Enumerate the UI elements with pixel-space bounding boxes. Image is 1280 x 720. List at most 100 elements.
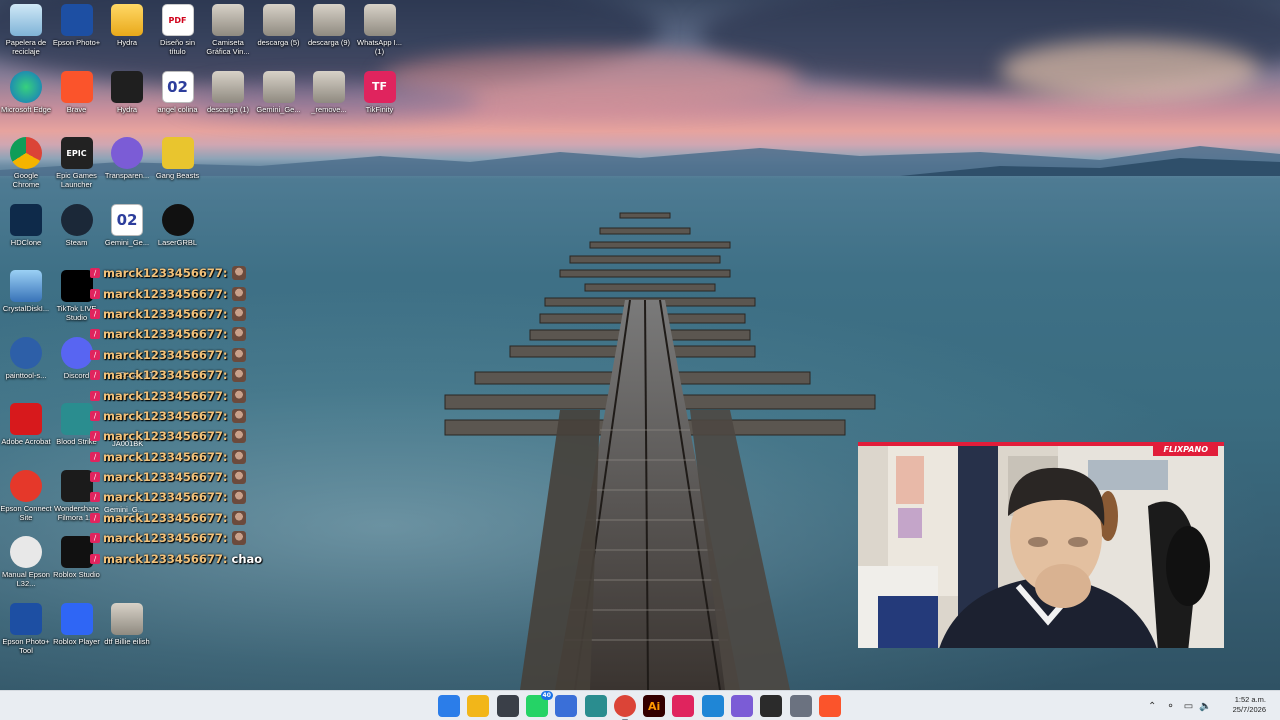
desktop-icon[interactable]: Transparen... <box>101 137 153 180</box>
chat-message: ∕ marck1233456677: <box>90 385 270 405</box>
desktop-icon[interactable]: Microsoft Edge <box>0 70 52 114</box>
taskbar: 40 Ai ⌃ ⚬ ▭ 🔈 1:52 a.m. 25/7/2026 <box>0 690 1280 720</box>
desktop-icon[interactable]: Brave <box>51 70 103 114</box>
speech-bubble-icon[interactable] <box>731 695 753 717</box>
desktop-icon[interactable]: Hydra <box>101 70 153 114</box>
microphone-icon[interactable]: ⚬ <box>1166 701 1174 712</box>
desktop-icon[interactable]: Manual Epson L32... <box>0 536 52 588</box>
windows-start-icon[interactable] <box>438 695 460 717</box>
desktop-icon[interactable]: PDF Diseño sin título <box>152 4 204 56</box>
chat-message: ∕ marck1233456677: <box>90 263 270 283</box>
desktop-icon-label: Epson Photo+ Tool <box>2 636 50 655</box>
hdclone-icon <box>10 203 42 236</box>
emote-icon <box>231 266 246 281</box>
clock[interactable]: 1:52 a.m. 25/7/2026 <box>1233 695 1266 715</box>
volume-icon[interactable]: 🔈 <box>1199 701 1211 712</box>
webcam-feed <box>858 446 1224 648</box>
desktop-icon[interactable]: 02 Gemini_Ge... <box>101 203 153 247</box>
desktop-icon-label: angel colina <box>157 104 198 114</box>
moderator-badge-icon: ∕ <box>90 512 100 523</box>
desktop-icon-label: descarga (9) <box>307 38 351 47</box>
desktop-icon[interactable]: Steam <box>51 203 103 247</box>
chevron-up-icon[interactable]: ⌃ <box>1148 701 1156 712</box>
image-file-icon <box>313 70 345 103</box>
desktop-icon[interactable]: Epson Photo+ Tool <box>0 602 52 655</box>
filmora-icon[interactable] <box>701 695 724 717</box>
chat-username: marck1233456677: <box>103 510 228 525</box>
chat-username: marck1233456677: <box>103 490 228 505</box>
desktop-icon-label: Diseño sin título <box>159 38 196 56</box>
desktop-icon[interactable]: Papelera de reciclaje <box>0 4 52 56</box>
desktop-icon-label: CrystalDiskI... <box>2 304 50 313</box>
desktop-icon[interactable]: Epson Photo+ <box>51 4 103 47</box>
desktop-icon[interactable]: descarga (5) <box>253 4 305 47</box>
chat-message: ∕ marck1233456677: <box>90 528 270 548</box>
desktop-icon[interactable]: Roblox Player <box>51 602 103 646</box>
desktop-icon[interactable]: descarga (9) <box>303 4 355 47</box>
image-file-icon <box>212 70 244 103</box>
chat-username: marck1233456677: <box>103 306 228 321</box>
desktop-icon[interactable]: EPIC Epic Games Launcher <box>51 137 103 189</box>
document-icon: 02 <box>111 203 143 236</box>
brave-icon <box>60 70 93 103</box>
desktop-icon[interactable]: _remove... <box>303 70 355 114</box>
display-icon[interactable]: ▭ <box>1184 701 1193 712</box>
whatsapp-icon[interactable]: 40 <box>525 691 553 717</box>
webcam-brand-label: FLIXPANO <box>1153 446 1218 456</box>
desktop-icon[interactable]: painttool-s... <box>0 336 52 380</box>
epson-tool-icon <box>10 602 42 635</box>
app-glyph: Ai <box>647 699 661 713</box>
gang-beasts-icon <box>161 137 194 169</box>
emote-icon <box>231 510 246 525</box>
desktop-icon-label: Epson Photo+ <box>52 38 101 47</box>
desktop-icon[interactable]: LaserGRBL <box>152 203 204 247</box>
blood-strike-icon[interactable] <box>584 695 607 717</box>
chrome-icon[interactable] <box>613 695 636 720</box>
folder-icon <box>111 4 143 36</box>
settings-gear-icon[interactable] <box>789 695 812 717</box>
obs-icon[interactable] <box>760 695 783 717</box>
desktop-icon[interactable]: HDClone <box>0 203 52 247</box>
chat-username: marck1233456677: <box>103 470 228 485</box>
hydra-icon <box>111 70 143 103</box>
desktop-icon-label: Roblox Player <box>53 636 100 646</box>
desktop-icon-label: Google Chrome <box>12 171 40 189</box>
desktop-icon[interactable]: 02 angel colina <box>152 70 204 114</box>
desktop-icon[interactable]: Gang Beasts <box>152 137 204 180</box>
desktop-icon-label: Roblox Studio <box>53 570 100 579</box>
desktop-icon-label: Gemini_Ge... <box>104 237 150 247</box>
discord-icon <box>60 336 93 369</box>
manual-icon <box>10 536 42 568</box>
adobe-illustrator-icon[interactable]: Ai <box>643 695 666 717</box>
desktop-icon[interactable]: Gemini_Ge... <box>253 70 305 114</box>
desktop-icon[interactable]: WhatsApp I... (1) <box>354 4 406 56</box>
chat-username: marck1233456677: <box>103 551 228 566</box>
desktop-icon[interactable]: Epson Connect Site <box>0 469 52 522</box>
emote-icon <box>231 388 246 403</box>
emote-icon <box>231 429 246 444</box>
brave-icon[interactable] <box>818 695 841 717</box>
desktop-icon[interactable]: CrystalDiskI... <box>0 270 52 313</box>
image-file-icon <box>313 4 345 36</box>
desktop-icon[interactable]: Adobe Acrobat <box>0 403 52 446</box>
desktop-icon[interactable]: Google Chrome <box>0 137 52 189</box>
media-app-icon[interactable] <box>555 695 578 717</box>
desktop-icon-label: _remove... <box>311 104 347 114</box>
painttool-icon <box>10 336 42 369</box>
acrobat-icon <box>10 403 42 435</box>
tikfinity-icon[interactable] <box>672 695 695 717</box>
desktop-icon[interactable]: descarga (1) <box>202 70 254 114</box>
desktop-icon[interactable]: dtf Billie eilish <box>101 602 153 646</box>
image-file-icon <box>212 4 244 36</box>
epic-games-icon: EPIC <box>60 137 93 169</box>
epson-connect-icon <box>10 469 42 502</box>
desktop-icon[interactable]: Camiseta Gráfica Vin... <box>202 4 254 56</box>
microsoft-store-icon[interactable] <box>496 695 519 717</box>
desktop-icon-label: Epic Games Launcher <box>56 171 97 189</box>
desktop-icon-label: dtf Billie eilish <box>104 636 150 646</box>
desktop-icon[interactable]: TF TikFinity <box>354 70 406 114</box>
icon-glyph: TF <box>371 80 388 93</box>
desktop-icon[interactable]: Hydra <box>101 4 153 47</box>
desktop-icon-label: Epson Connect Site <box>0 503 52 522</box>
file-explorer-icon[interactable] <box>467 695 490 717</box>
